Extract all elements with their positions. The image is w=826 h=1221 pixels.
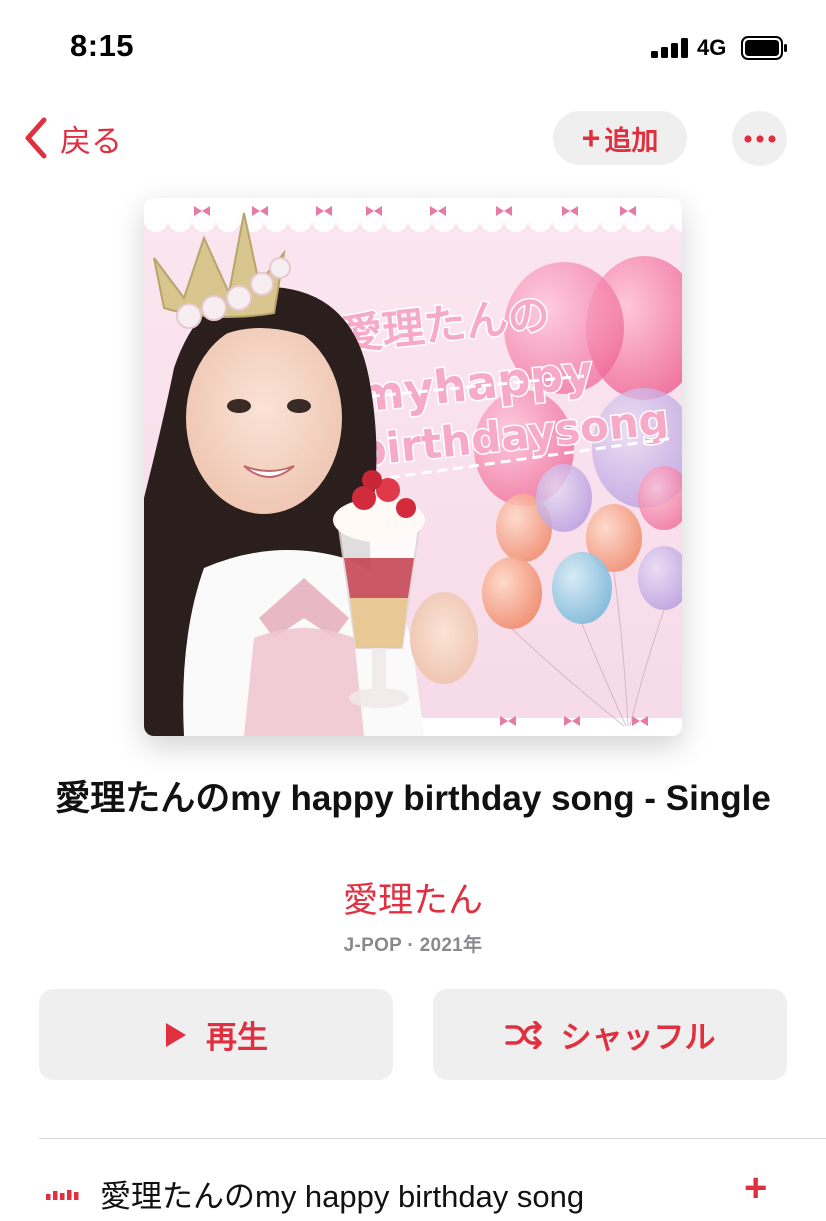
add-label: 追加 — [604, 125, 659, 156]
shuffle-button[interactable]: シャッフル — [433, 989, 787, 1080]
add-track-icon[interactable]: + — [744, 1168, 767, 1208]
album-artwork: 愛理たんの myhappy birthdaysong — [144, 198, 682, 736]
play-label: 再生 — [206, 1020, 268, 1055]
now-playing-icon — [46, 1190, 79, 1200]
more-options-button[interactable] — [732, 111, 787, 166]
play-icon — [166, 1022, 186, 1047]
plus-icon: + — [581, 120, 601, 156]
track-title: 愛理たんのmy happy birthday song — [100, 1179, 585, 1214]
divider — [39, 1138, 826, 1139]
back-button[interactable]: 戻る — [22, 113, 122, 163]
album-title: 愛理たんのmy happy birthday song - Single — [55, 779, 771, 818]
ellipsis-icon — [743, 134, 776, 143]
shuffle-icon — [504, 1020, 542, 1049]
cellular-signal-icon — [651, 38, 688, 58]
artist-link[interactable]: 愛理たん — [40, 872, 786, 923]
battery-icon — [741, 36, 787, 60]
genre-year: J-POP · 2021年 — [343, 935, 483, 956]
back-label: 戻る — [60, 123, 122, 159]
status-time: 8:15 — [70, 28, 135, 63]
play-button[interactable]: 再生 — [39, 989, 393, 1080]
chevron-left-icon — [25, 117, 47, 159]
shuffle-label: シャッフル — [560, 1020, 716, 1055]
network-type: 4G — [697, 35, 727, 60]
add-to-library-button[interactable]: + 追加 — [553, 111, 687, 165]
